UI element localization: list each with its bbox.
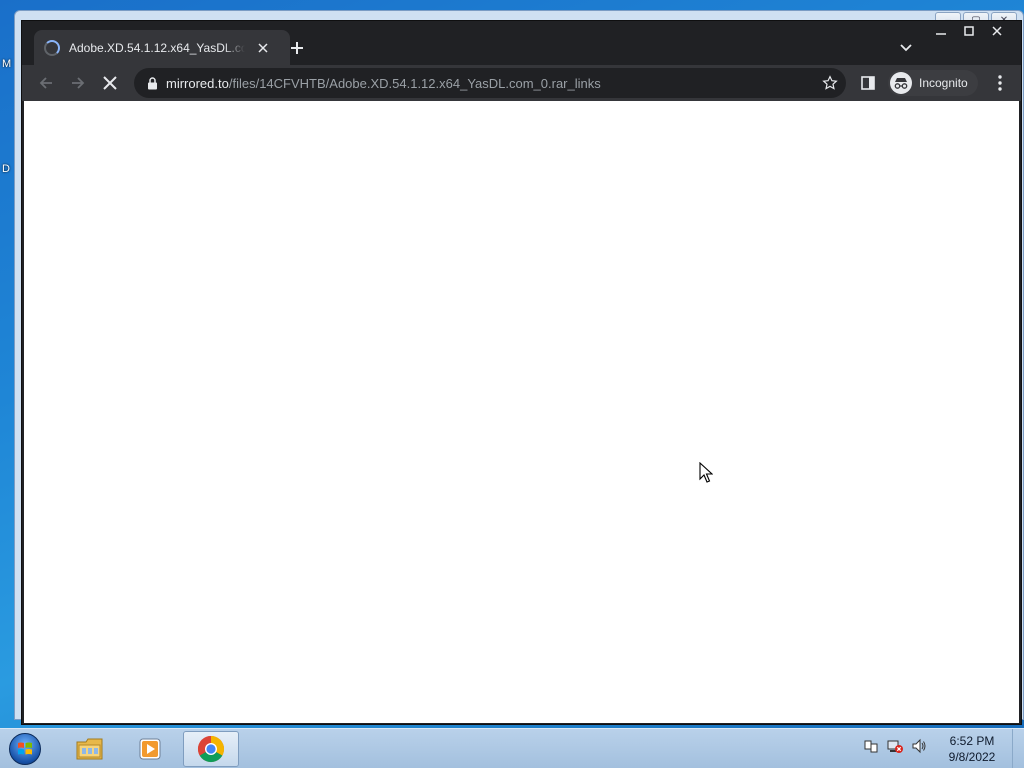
- show-desktop-button[interactable]: [1012, 729, 1024, 768]
- close-icon[interactable]: [983, 21, 1011, 41]
- network-error-icon[interactable]: [886, 737, 904, 755]
- desktop-icon-label-m: M: [2, 58, 12, 70]
- tab-active[interactable]: Adobe.XD.54.1.12.x64_YasDL.com_0.rar_lin…: [34, 30, 290, 65]
- taskbar-media-player[interactable]: [122, 731, 178, 767]
- windows-logo-icon: [9, 733, 41, 765]
- clock-date: 9/8/2022: [948, 750, 996, 764]
- lock-icon[interactable]: [144, 75, 160, 91]
- address-url[interactable]: mirrored.to/files/14CFVHTB/Adobe.XD.54.1…: [166, 76, 601, 91]
- taskbar-file-explorer[interactable]: [62, 731, 118, 767]
- taskbar: 6:52 PM 9/8/2022: [0, 728, 1024, 768]
- browser-titlebar[interactable]: Adobe.XD.54.1.12.x64_YasDL.com_0.rar_lin…: [22, 21, 1021, 65]
- stop-loading-icon[interactable]: [96, 69, 124, 97]
- desktop-icon-label-d: D: [2, 163, 10, 175]
- tab-close-icon[interactable]: [255, 40, 271, 56]
- back-arrow-icon[interactable]: [32, 69, 60, 97]
- media-player-icon: [139, 738, 161, 760]
- page-content[interactable]: [24, 101, 1019, 723]
- chrome-icon: [197, 735, 225, 763]
- address-path: /files/14CFVHTB/Adobe.XD.54.1.12.x64_Yas…: [228, 75, 601, 91]
- loading-spinner-icon: [44, 39, 60, 56]
- bookmark-star-icon[interactable]: [820, 73, 840, 93]
- incognito-icon: [890, 72, 912, 94]
- start-button[interactable]: [6, 731, 44, 767]
- side-panel-icon[interactable]: [856, 71, 880, 95]
- maximize-icon[interactable]: [955, 21, 983, 41]
- tab-title: Adobe.XD.54.1.12.x64_YasDL.com_0.rar_lin…: [69, 40, 245, 55]
- volume-icon[interactable]: [910, 737, 928, 755]
- taskbar-chrome[interactable]: [183, 731, 239, 767]
- action-center-flag-icon[interactable]: [862, 737, 880, 755]
- clock-time: 6:52 PM: [949, 734, 995, 748]
- folder-icon: [76, 738, 103, 760]
- address-host: mirrored.to: [166, 75, 229, 91]
- address-bar[interactable]: mirrored.to/files/14CFVHTB/Adobe.XD.54.1…: [134, 68, 846, 98]
- incognito-profile-button[interactable]: Incognito: [888, 70, 978, 96]
- taskbar-clock[interactable]: 6:52 PM 9/8/2022: [940, 733, 1004, 765]
- forward-arrow-icon[interactable]: [64, 69, 92, 97]
- browser-toolbar: mirrored.to/files/14CFVHTB/Adobe.XD.54.1…: [22, 65, 1021, 101]
- window-controls: [927, 21, 1011, 41]
- system-tray: [862, 737, 928, 755]
- mouse-cursor-icon: [699, 461, 714, 489]
- new-tab-icon[interactable]: [284, 35, 310, 61]
- minimize-icon[interactable]: [927, 21, 955, 41]
- tab-search-chevron-icon[interactable]: [894, 36, 918, 60]
- browser-window: Adobe.XD.54.1.12.x64_YasDL.com_0.rar_lin…: [21, 20, 1022, 725]
- incognito-label: Incognito: [919, 76, 968, 90]
- more-menu-icon[interactable]: [988, 71, 1012, 95]
